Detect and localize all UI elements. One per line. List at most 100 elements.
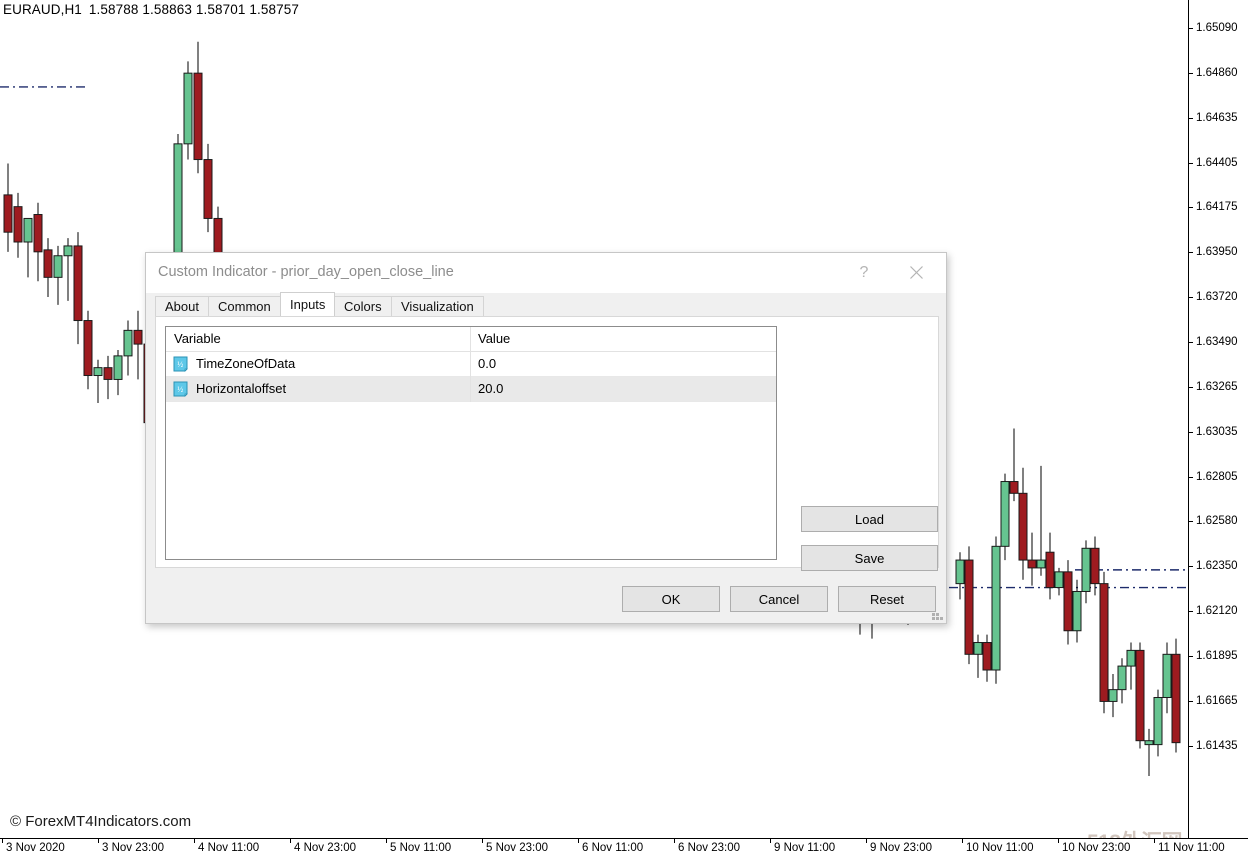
time-label: 6 Nov 11:00 <box>582 842 643 854</box>
price-label: 1.64635 <box>1196 112 1238 124</box>
price-axis[interactable]: 1.650901.648601.646351.644051.641751.639… <box>1188 0 1248 838</box>
time-axis[interactable]: 3 Nov 20203 Nov 23:004 Nov 11:004 Nov 23… <box>0 838 1248 859</box>
time-label: 11 Nov 11:00 <box>1158 842 1225 854</box>
time-tick <box>1154 839 1155 843</box>
price-label: 1.62350 <box>1196 560 1238 572</box>
variable-name: TimeZoneOfData <box>196 356 295 371</box>
candle <box>64 238 72 301</box>
copyright-label: © ForexMT4Indicators.com <box>10 813 191 830</box>
site-watermark: 518外汇网 <box>1087 826 1182 838</box>
svg-text:½: ½ <box>177 385 183 394</box>
variable-value[interactable]: 20.0 <box>478 381 503 396</box>
time-label: 10 Nov 11:00 <box>966 842 1034 854</box>
load-button[interactable]: Load <box>801 506 938 532</box>
table-row[interactable]: ½ Horizontaloffset 20.0 <box>166 377 776 402</box>
time-label: 5 Nov 23:00 <box>486 842 548 854</box>
candle <box>1019 468 1027 580</box>
time-tick <box>1058 839 1059 843</box>
candle <box>44 238 52 297</box>
time-label: 5 Nov 11:00 <box>390 842 451 854</box>
candle <box>54 246 62 305</box>
time-tick <box>482 839 483 843</box>
resize-grip[interactable] <box>932 609 944 621</box>
time-tick <box>866 839 867 843</box>
candle <box>4 163 12 251</box>
time-tick <box>674 839 675 843</box>
help-icon[interactable]: ? <box>842 257 886 289</box>
price-tick <box>1189 207 1193 208</box>
tab-inputs[interactable]: Inputs <box>280 292 335 316</box>
quote-close: 1.58757 <box>249 2 299 17</box>
candle <box>184 61 192 159</box>
candle <box>1100 572 1108 713</box>
tab-about[interactable]: About <box>155 296 209 316</box>
candle <box>124 321 132 376</box>
candle <box>1145 729 1153 776</box>
price-tick <box>1189 387 1193 388</box>
candle <box>204 144 212 232</box>
time-label: 3 Nov 2020 <box>6 842 65 854</box>
price-label: 1.63490 <box>1196 336 1238 348</box>
price-tick <box>1189 252 1193 253</box>
svg-text:½: ½ <box>177 360 183 369</box>
dialog-title: Custom Indicator - prior_day_open_close_… <box>158 264 454 280</box>
ok-button[interactable]: OK <box>622 586 720 612</box>
candle <box>1001 474 1009 560</box>
price-tick <box>1189 656 1193 657</box>
cancel-button[interactable]: Cancel <box>730 586 828 612</box>
price-label: 1.63950 <box>1196 246 1238 258</box>
candle <box>1010 429 1018 502</box>
candle <box>1028 533 1036 586</box>
close-icon[interactable] <box>894 256 938 288</box>
price-label: 1.61895 <box>1196 650 1238 662</box>
tab-visualization[interactable]: Visualization <box>391 296 484 316</box>
candle <box>1091 537 1099 596</box>
variable-value[interactable]: 0.0 <box>478 356 496 371</box>
table-row[interactable]: ½ TimeZoneOfData 0.0 <box>166 352 776 377</box>
price-tick <box>1189 297 1193 298</box>
inputs-variable-table[interactable]: Variable Value ½ TimeZoneOfData 0.0 <box>165 326 777 560</box>
reset-button[interactable]: Reset <box>838 586 936 612</box>
dialog-titlebar[interactable]: Custom Indicator - prior_day_open_close_… <box>146 253 946 293</box>
candle <box>14 193 22 258</box>
tab-label: Colors <box>344 299 382 314</box>
candle <box>24 218 32 277</box>
time-label: 9 Nov 23:00 <box>870 842 932 854</box>
time-label: 10 Nov 23:00 <box>1062 842 1130 854</box>
time-tick <box>386 839 387 843</box>
price-tick <box>1189 163 1193 164</box>
column-header-value: Value <box>478 331 510 346</box>
candle <box>1163 643 1171 714</box>
tab-common[interactable]: Common <box>208 296 281 316</box>
candle <box>94 360 102 403</box>
price-tick <box>1189 701 1193 702</box>
inputs-tab-page: Variable Value ½ TimeZoneOfData 0.0 <box>155 316 939 568</box>
dialog-tab-strip: About Common Inputs Colors Visualization <box>146 293 946 316</box>
tab-label: Common <box>218 299 271 314</box>
price-tick <box>1189 118 1193 119</box>
tab-label: Inputs <box>290 297 325 312</box>
candle <box>1118 658 1126 703</box>
candle <box>1127 643 1135 690</box>
price-label: 1.63720 <box>1196 291 1238 303</box>
price-tick <box>1189 28 1193 29</box>
row-column-divider <box>470 377 471 402</box>
header-column-divider <box>470 327 471 352</box>
candle <box>114 350 122 395</box>
candle <box>1046 533 1054 600</box>
candle <box>1037 466 1045 576</box>
price-tick <box>1189 521 1193 522</box>
candle <box>1154 690 1162 757</box>
price-label: 1.64175 <box>1196 201 1238 213</box>
candle <box>104 356 112 399</box>
quote-open: 1.58788 <box>89 2 139 17</box>
price-label: 1.62120 <box>1196 605 1238 617</box>
save-button[interactable]: Save <box>801 545 938 571</box>
price-label: 1.64405 <box>1196 157 1238 169</box>
candle <box>992 537 1000 684</box>
time-tick <box>290 839 291 843</box>
tab-colors[interactable]: Colors <box>334 296 392 316</box>
candle <box>1055 568 1063 595</box>
candle <box>1064 560 1072 644</box>
time-tick <box>194 839 195 843</box>
